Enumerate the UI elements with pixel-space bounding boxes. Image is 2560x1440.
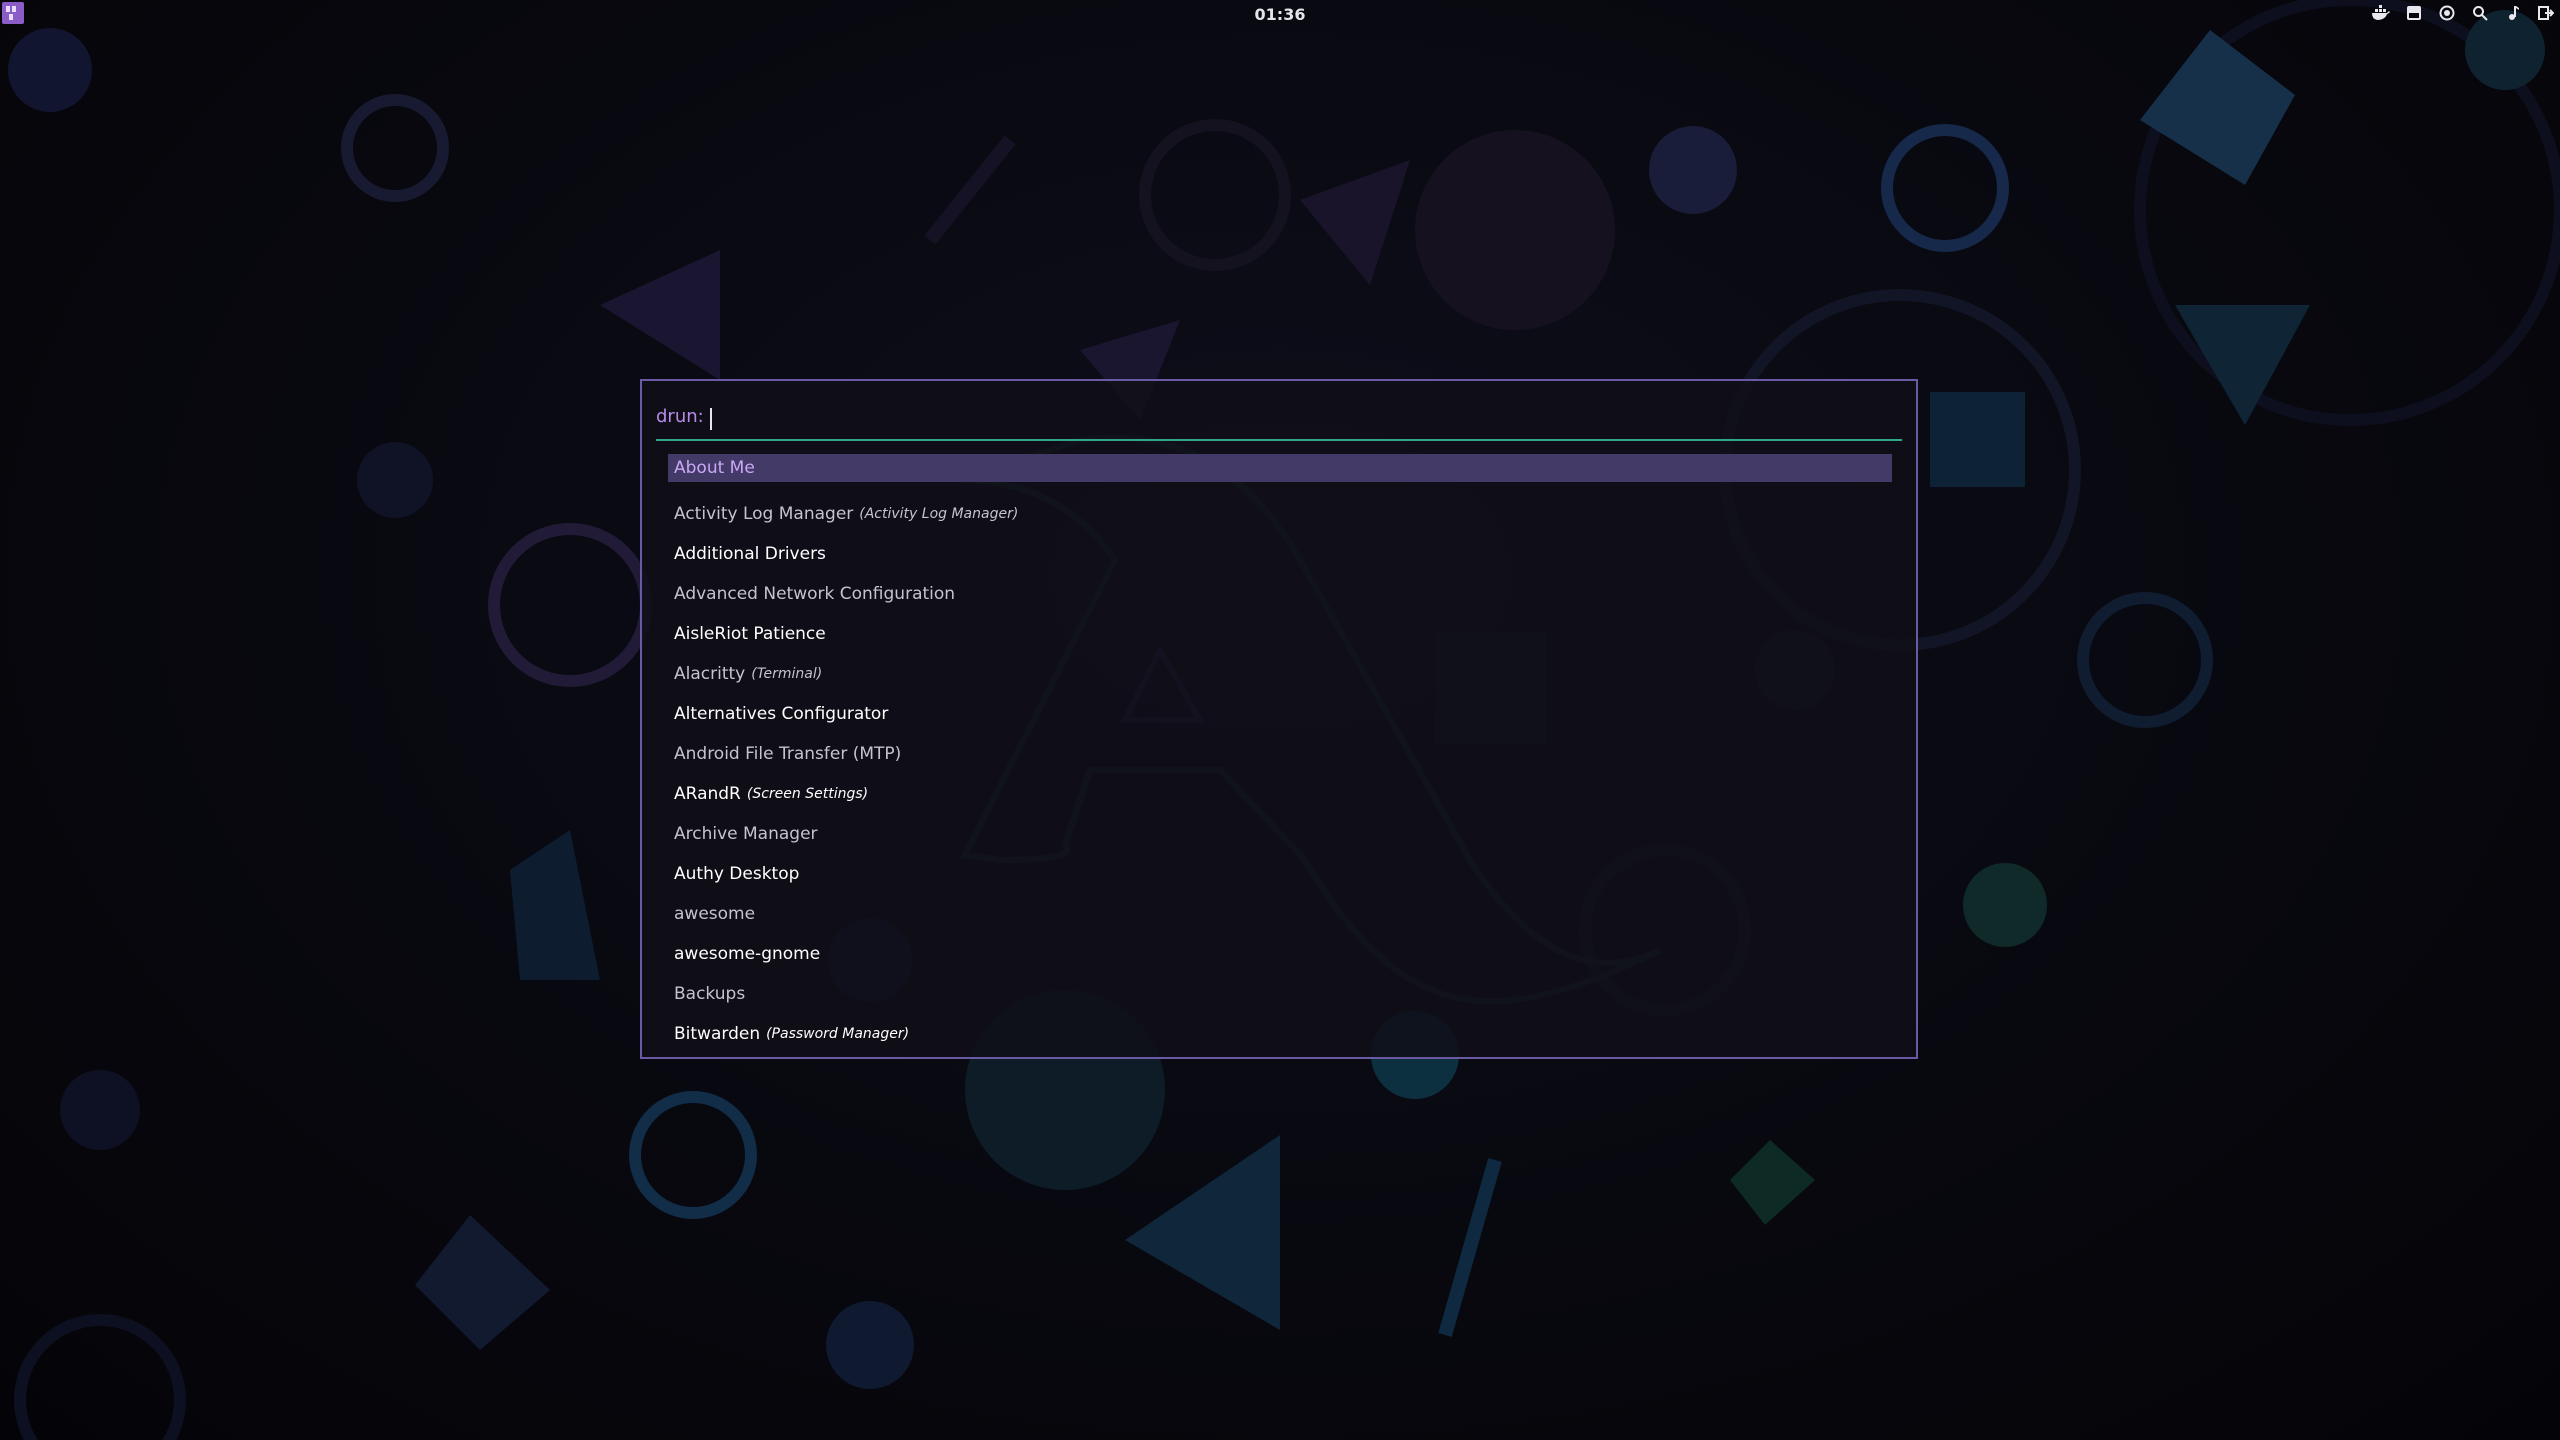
mode-prompt: drun: — [656, 405, 704, 427]
text-caret — [709, 407, 712, 430]
window-icon[interactable] — [2404, 3, 2424, 23]
entry-list: About Me Activity Log Manager (Activity Lo… — [668, 454, 1892, 1054]
list-item[interactable]: Alternatives Configurator — [668, 694, 1892, 734]
top-bar: 01:36 — [0, 0, 2560, 26]
search-input-wrap — [704, 405, 1310, 430]
music-note-icon[interactable] — [2503, 3, 2523, 23]
entry-name: Additional Drivers — [674, 544, 826, 564]
entry-name: Backups — [674, 984, 746, 1004]
record-icon[interactable] — [2437, 3, 2457, 23]
list-item[interactable]: About Me — [668, 454, 1892, 482]
docker-icon[interactable] — [2371, 3, 2391, 23]
list-item[interactable]: AisleRiot Patience — [668, 614, 1892, 654]
entry-name: awesome-gnome — [674, 944, 821, 964]
list-item[interactable]: Authy Desktop — [668, 854, 1892, 894]
list-item[interactable]: Alacritty (Terminal) — [668, 654, 1892, 694]
list-item[interactable]: Archive Manager — [668, 814, 1892, 854]
entry-generic-name: (Terminal) — [751, 666, 823, 682]
clock[interactable]: 01:36 — [1230, 5, 1330, 24]
entry-name: Bitwarden — [674, 1024, 761, 1044]
entry-name: Archive Manager — [674, 824, 818, 844]
entry-name: ARandR — [674, 784, 741, 804]
entry-name: Activity Log Manager — [674, 504, 854, 524]
list-item[interactable]: Android File Transfer (MTP) — [668, 734, 1892, 774]
list-item[interactable]: Additional Drivers — [668, 534, 1892, 574]
entry-name: About Me — [674, 458, 755, 478]
entry-name: Authy Desktop — [674, 864, 800, 884]
prompt-row: drun: — [656, 403, 1310, 430]
entry-generic-name: (Screen Settings) — [746, 786, 869, 802]
list-item[interactable]: Backups — [668, 974, 1892, 1014]
entry-name: AisleRiot Patience — [674, 624, 826, 644]
list-item[interactable]: awesome — [668, 894, 1892, 934]
list-item[interactable]: awesome-gnome — [668, 934, 1892, 974]
entry-name: Alacritty — [674, 664, 746, 684]
entry-name: Advanced Network Configuration — [674, 584, 956, 604]
list-item[interactable]: Activity Log Manager (Activity Log Manage… — [668, 494, 1892, 534]
search-input[interactable] — [709, 405, 1310, 427]
list-item[interactable]: Advanced Network Configuration — [668, 574, 1892, 614]
app-launcher-icon[interactable] — [2, 2, 24, 24]
search-icon[interactable] — [2470, 3, 2490, 23]
system-tray — [2358, 3, 2556, 23]
entry-name: Alternatives Configurator — [674, 704, 889, 724]
entry-generic-name: (Activity Log Manager) — [859, 506, 1019, 522]
exit-icon[interactable] — [2536, 3, 2556, 23]
desktop: 01:36 drun: About Me Activity Log Manage… — [0, 0, 2560, 1440]
separator — [656, 439, 1902, 441]
app-launcher-window: drun: About Me Activity Log Manager (Activ… — [640, 379, 1918, 1059]
entry-generic-name: (Password Manager) — [766, 1026, 910, 1042]
entry-name: Android File Transfer (MTP) — [674, 744, 902, 764]
list-item[interactable]: ARandR (Screen Settings) — [668, 774, 1892, 814]
list-item[interactable]: Bitwarden (Password Manager) — [668, 1014, 1892, 1054]
entry-name: awesome — [674, 904, 756, 924]
